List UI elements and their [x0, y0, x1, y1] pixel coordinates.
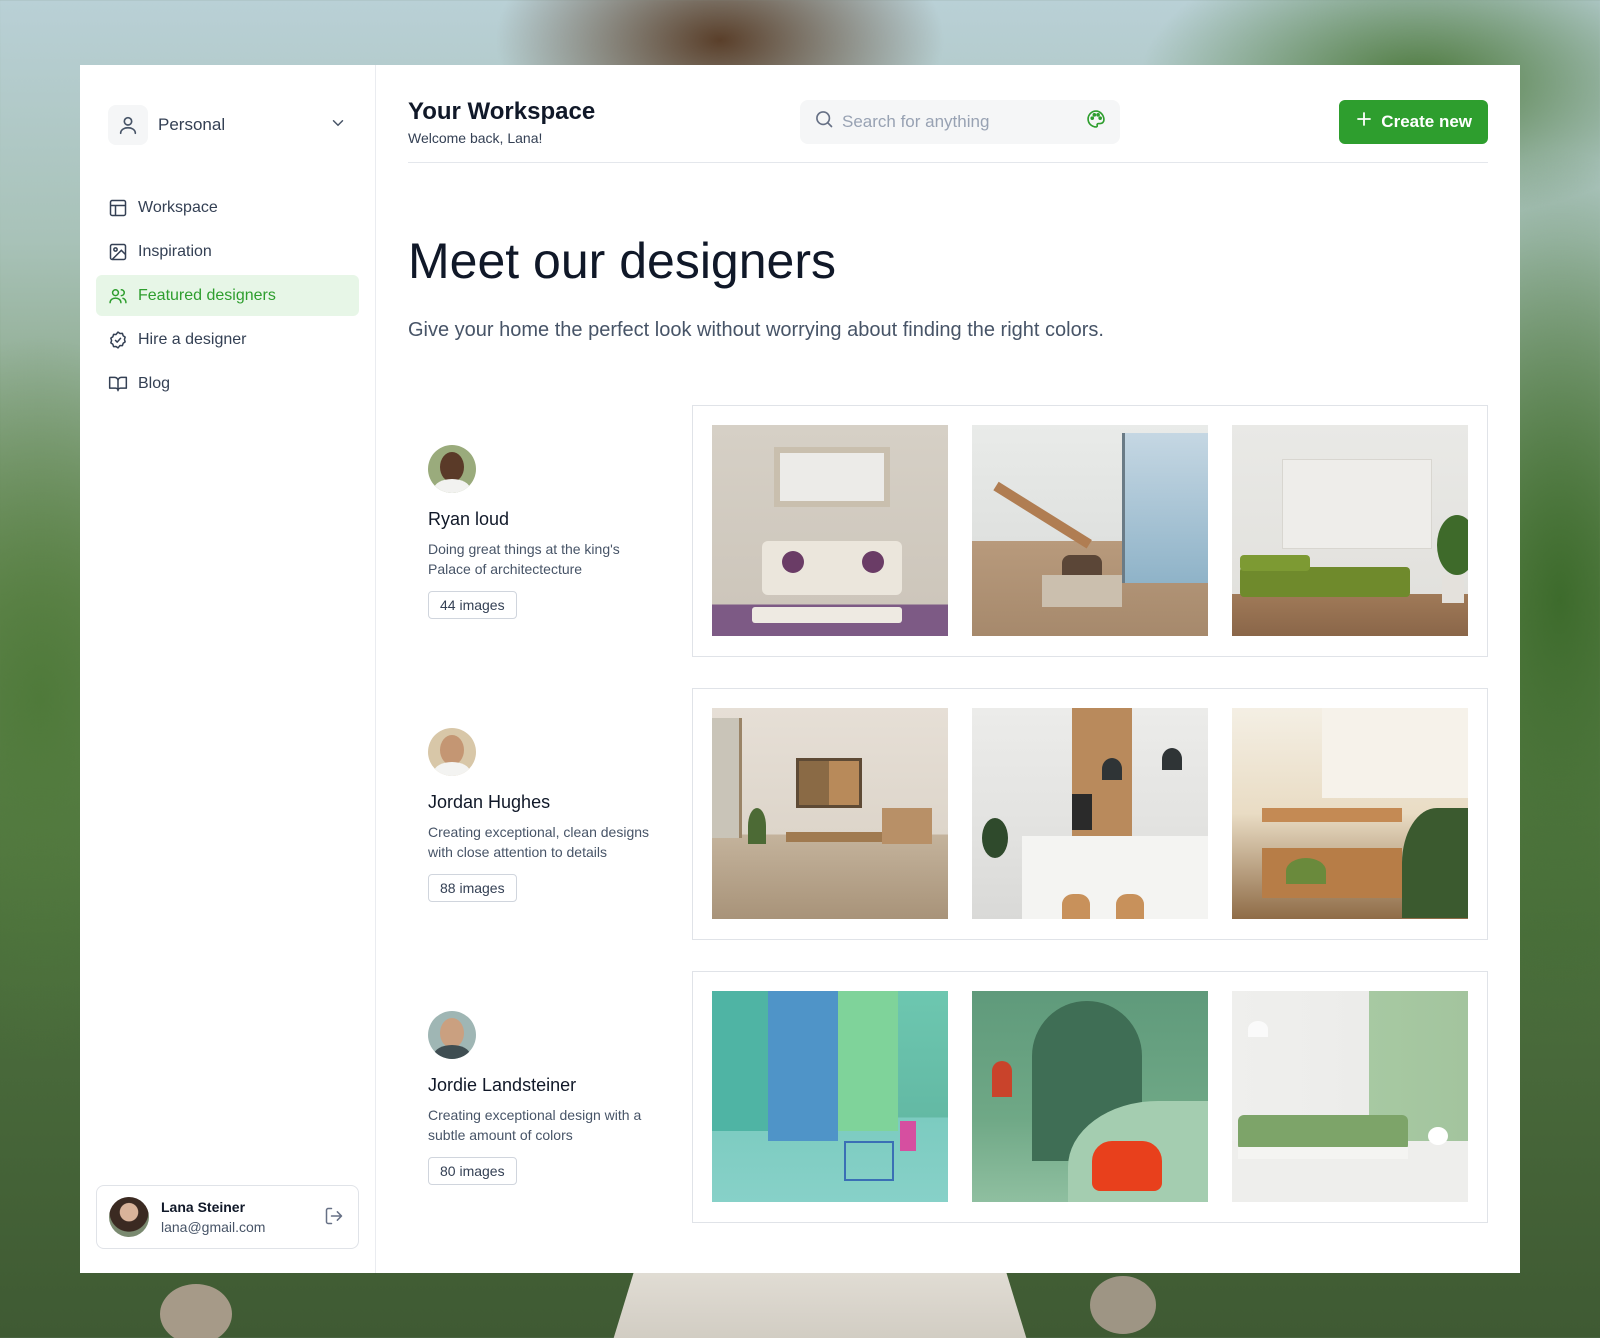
badge-check-icon [108, 330, 128, 350]
avatar[interactable] [428, 1011, 476, 1059]
user-icon [108, 105, 148, 145]
gallery-image[interactable] [972, 991, 1208, 1202]
sidebar-item-label: Featured designers [138, 286, 276, 304]
garden-stone [160, 1284, 232, 1338]
book-open-icon [108, 374, 128, 394]
image-count-badge: 88 images [428, 874, 517, 902]
create-new-button[interactable]: Create new [1339, 99, 1488, 144]
sidebar-item-inspiration[interactable]: Inspiration [96, 231, 359, 272]
designer-name[interactable]: Jordan Hughes [428, 788, 672, 816]
sidebar-item-label: Blog [138, 374, 171, 392]
gallery-image[interactable] [712, 425, 948, 636]
hero-subtitle: Give your home the perfect look without … [408, 319, 1104, 341]
designer-description: Doing great things at the king's Palace … [428, 541, 620, 577]
search-icon [814, 109, 834, 134]
gallery-image[interactable] [712, 708, 948, 919]
gallery-image[interactable] [972, 708, 1208, 919]
account-switcher[interactable]: Personal [96, 105, 359, 145]
page-subtitle: Welcome back, Lana! [408, 129, 543, 146]
plus-icon [1355, 110, 1373, 133]
gallery-image[interactable] [1232, 991, 1468, 1202]
main-content: Your Workspace Welcome back, Lana! Creat… [376, 65, 1520, 1273]
designer-card: Ryan loud Doing great things at the king… [408, 405, 1488, 657]
avatar[interactable] [428, 445, 476, 493]
designer-card: Jordan Hughes Creating exceptional, clea… [408, 688, 1488, 940]
page-titles: Your Workspace Welcome back, Lana! [408, 96, 808, 148]
logout-icon[interactable] [324, 1206, 346, 1228]
designer-description: Creating exceptional, clean designs with… [428, 824, 650, 860]
sidebar-item-featured-designers[interactable]: Featured designers [96, 275, 359, 316]
image-count-badge: 44 images [428, 591, 517, 619]
gallery-image[interactable] [1232, 425, 1468, 636]
user-card: Lana Steiner lana@gmail.com [96, 1185, 359, 1249]
user-name: Lana Steiner [161, 1199, 246, 1215]
gallery-image[interactable] [1232, 708, 1468, 919]
designer-info: Ryan loud Doing great things at the king… [408, 405, 692, 657]
user-info: Lana Steiner lana@gmail.com [161, 1197, 324, 1237]
designer-name[interactable]: Jordie Landsteiner [428, 1071, 672, 1099]
designer-gallery [692, 405, 1488, 657]
designer-card: Jordie Landsteiner Creating exceptional … [408, 971, 1488, 1223]
avatar[interactable] [428, 728, 476, 776]
sidebar-item-label: Workspace [138, 198, 218, 216]
palette-icon[interactable] [1086, 109, 1106, 134]
designer-info: Jordan Hughes Creating exceptional, clea… [408, 688, 692, 940]
image-count-badge: 80 images [428, 1157, 517, 1185]
sidebar-item-blog[interactable]: Blog [96, 363, 359, 404]
hero-title: Meet our designers [408, 233, 837, 289]
chevron-down-icon[interactable] [329, 114, 347, 137]
sidebar-nav: Workspace Inspiration Featured designers… [96, 187, 359, 404]
avatar [109, 1197, 149, 1237]
app-window: Personal Workspace Inspiration Featured … [80, 65, 1520, 1273]
designer-list: Ryan loud Doing great things at the king… [408, 405, 1488, 1223]
search-input[interactable] [842, 111, 1086, 132]
sidebar-item-label: Hire a designer [138, 330, 247, 348]
sidebar: Personal Workspace Inspiration Featured … [80, 65, 376, 1273]
layout-icon [108, 198, 128, 218]
designer-description: Creating exceptional design with a subtl… [428, 1107, 642, 1143]
sidebar-item-label: Inspiration [138, 242, 212, 260]
sidebar-item-workspace[interactable]: Workspace [96, 187, 359, 228]
search-bar [800, 99, 1120, 144]
page-header: Your Workspace Welcome back, Lana! Creat… [408, 89, 1488, 163]
account-label: Personal [158, 115, 226, 134]
image-icon [108, 242, 128, 262]
designer-name[interactable]: Ryan loud [428, 505, 672, 533]
designer-gallery [692, 688, 1488, 940]
create-new-label: Create new [1381, 111, 1472, 131]
garden-stone [1090, 1276, 1156, 1334]
designer-info: Jordie Landsteiner Creating exceptional … [408, 971, 692, 1223]
user-email: lana@gmail.com [161, 1219, 266, 1235]
gallery-image[interactable] [972, 425, 1208, 636]
page-title: Your Workspace [408, 97, 596, 125]
sidebar-item-hire-a-designer[interactable]: Hire a designer [96, 319, 359, 360]
gallery-image[interactable] [712, 991, 948, 1202]
users-icon [108, 286, 128, 306]
designer-gallery [692, 971, 1488, 1223]
